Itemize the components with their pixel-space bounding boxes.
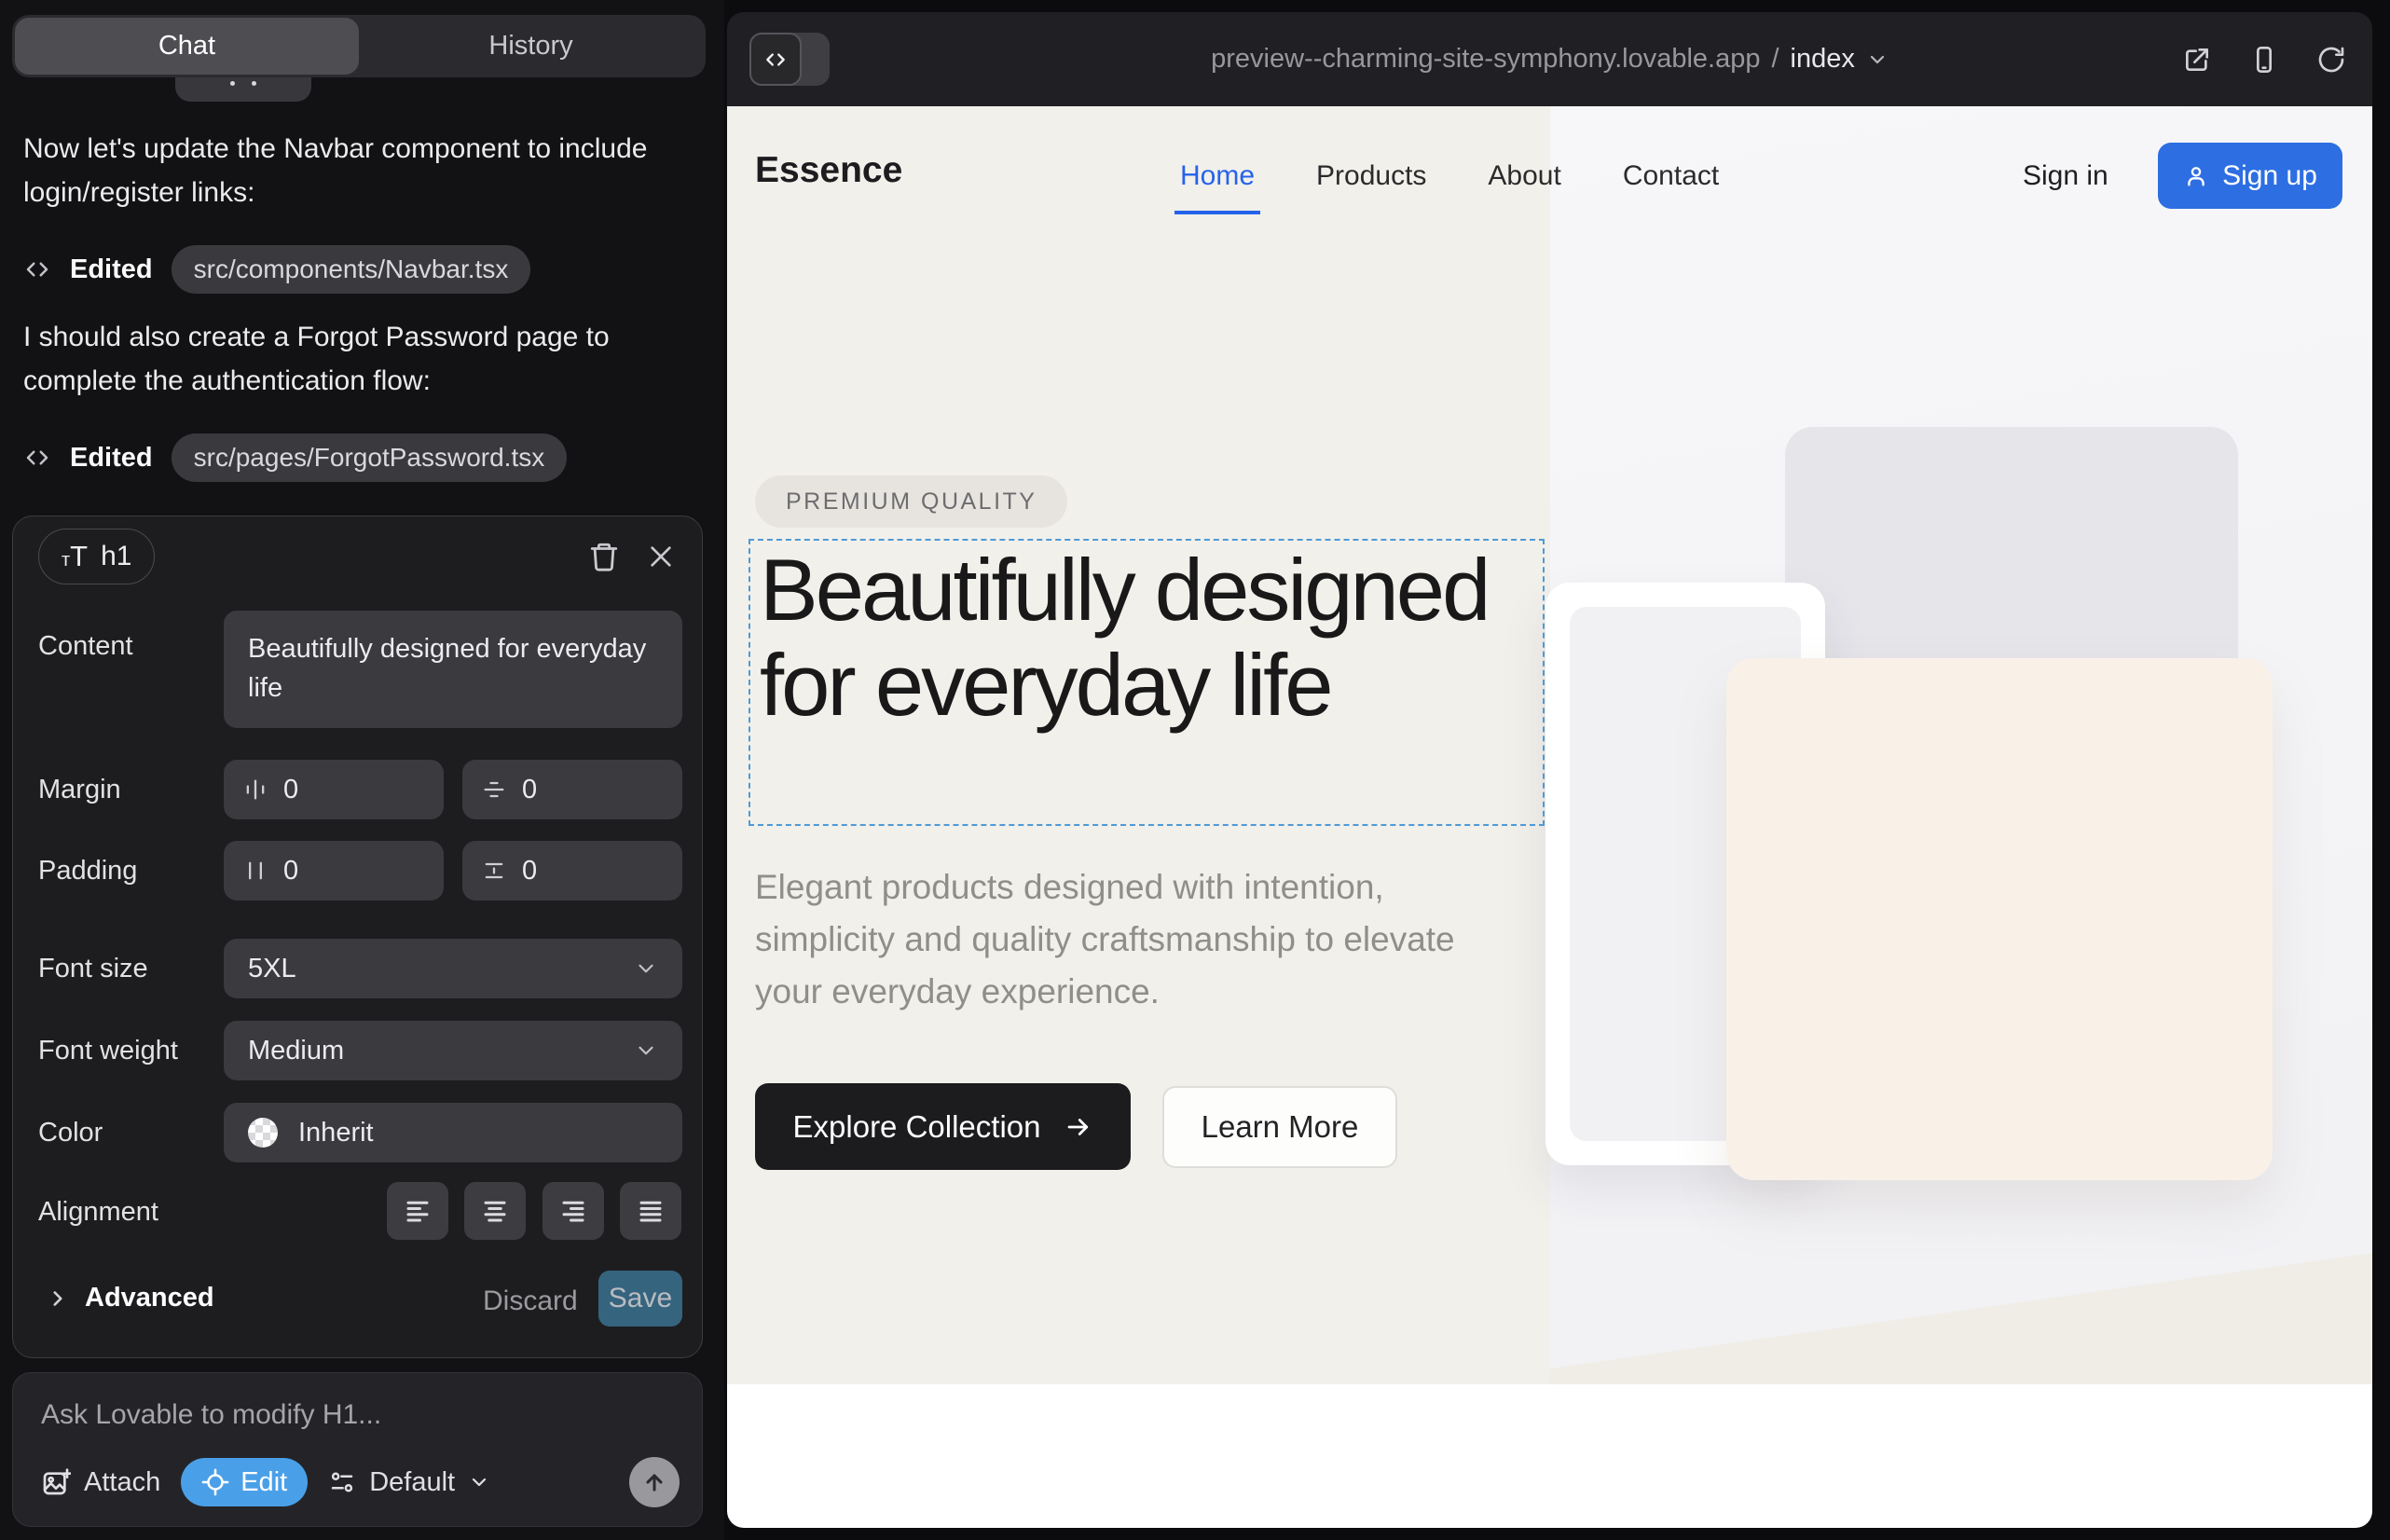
padding-y-icon bbox=[481, 858, 507, 884]
browser-actions bbox=[2182, 12, 2346, 106]
chevron-down-icon bbox=[634, 956, 658, 981]
close-panel-icon[interactable] bbox=[646, 542, 676, 571]
chat-sidebar: Chat History Now let's update the Navbar… bbox=[0, 0, 724, 1540]
nav-link-products[interactable]: Products bbox=[1316, 160, 1426, 192]
composer-toolbar: Attach Edit Default bbox=[41, 1457, 680, 1507]
open-external-icon[interactable] bbox=[2182, 45, 2212, 75]
font-size-select[interactable]: 5XL bbox=[224, 939, 682, 998]
url-bar[interactable]: preview--charming-site-symphony.lovable.… bbox=[727, 12, 2372, 106]
font-weight-label: Font weight bbox=[38, 1036, 178, 1066]
align-center-button[interactable] bbox=[464, 1182, 526, 1240]
preview-browser: preview--charming-site-symphony.lovable.… bbox=[727, 12, 2372, 1528]
prompt-composer[interactable]: Ask Lovable to modify H1... Attach Edit … bbox=[12, 1372, 703, 1527]
nav-link-home[interactable]: Home bbox=[1180, 160, 1255, 192]
user-icon bbox=[2183, 163, 2209, 189]
content-input[interactable]: Beautifully designed for everyday life bbox=[224, 611, 682, 728]
chevron-right-icon bbox=[46, 1286, 70, 1311]
arrow-right-icon bbox=[1065, 1113, 1092, 1141]
url-page: index bbox=[1791, 44, 1855, 75]
align-left-button[interactable] bbox=[387, 1182, 448, 1240]
signin-link[interactable]: Sign in bbox=[2023, 160, 2108, 192]
color-label: Color bbox=[38, 1118, 103, 1148]
color-select[interactable]: Inherit bbox=[224, 1103, 682, 1162]
type-size-icon: тT bbox=[62, 540, 88, 573]
h1-selection-outline[interactable]: Beautifully designed for everyday life bbox=[749, 539, 1545, 826]
code-icon bbox=[23, 444, 51, 472]
chat-message: I should also create a Forgot Password p… bbox=[23, 315, 687, 403]
explore-collection-button[interactable]: Explore Collection bbox=[755, 1083, 1131, 1170]
element-tag: h1 bbox=[101, 541, 131, 572]
save-button[interactable]: Save bbox=[598, 1271, 682, 1327]
delete-element-button[interactable] bbox=[588, 541, 620, 572]
url-separator: / bbox=[1771, 44, 1779, 75]
decorative-card-cream bbox=[1726, 658, 2273, 1180]
app-window: Chat History Now let's update the Navbar… bbox=[0, 0, 2390, 1540]
padding-label: Padding bbox=[38, 856, 137, 887]
send-button[interactable] bbox=[629, 1457, 680, 1507]
hero-paragraph: Elegant products designed with intention… bbox=[755, 861, 1512, 1018]
font-weight-select[interactable]: Medium bbox=[224, 1021, 682, 1080]
site-nav: Home Products About Contact bbox=[1180, 160, 1719, 192]
advanced-toggle[interactable]: Advanced bbox=[46, 1283, 214, 1313]
margin-y-icon bbox=[481, 777, 507, 803]
discard-button[interactable]: Discard bbox=[483, 1286, 578, 1317]
prompt-placeholder[interactable]: Ask Lovable to modify H1... bbox=[41, 1399, 381, 1431]
mode-select[interactable]: Default bbox=[328, 1467, 490, 1498]
edited-file-pill[interactable]: src/pages/ForgotPassword.tsx bbox=[172, 433, 568, 482]
code-icon bbox=[23, 255, 51, 283]
margin-x-icon bbox=[242, 777, 268, 803]
browser-toolbar: preview--charming-site-symphony.lovable.… bbox=[727, 12, 2372, 106]
signup-button[interactable]: Sign up bbox=[2158, 143, 2342, 209]
refresh-icon[interactable] bbox=[2316, 45, 2346, 75]
align-right-button[interactable] bbox=[543, 1182, 604, 1240]
chevron-down-icon bbox=[1866, 48, 1889, 71]
selected-element-chip[interactable]: тT h1 bbox=[38, 529, 155, 584]
nav-link-about[interactable]: About bbox=[1488, 160, 1560, 192]
margin-label: Margin bbox=[38, 775, 121, 805]
edited-label: Edited bbox=[70, 254, 153, 285]
attach-button[interactable]: Attach bbox=[41, 1467, 160, 1498]
padding-x-input[interactable]: 0 bbox=[224, 841, 444, 901]
alignment-label: Alignment bbox=[38, 1197, 158, 1228]
image-plus-icon bbox=[41, 1467, 71, 1497]
element-editor-panel: тT h1 Content Beautifully designed for e… bbox=[12, 516, 703, 1358]
sidebar-tabs: Chat History bbox=[12, 15, 706, 77]
chat-message: Now let's update the Navbar component to… bbox=[23, 127, 687, 214]
chevron-down-icon bbox=[634, 1038, 658, 1063]
edited-file-pill[interactable]: src/components/Navbar.tsx bbox=[172, 245, 531, 294]
font-size-label: Font size bbox=[38, 954, 148, 984]
content-label: Content bbox=[38, 631, 133, 662]
sliders-icon bbox=[328, 1468, 356, 1496]
tab-history[interactable]: History bbox=[359, 18, 703, 75]
margin-y-input[interactable]: 0 bbox=[462, 760, 682, 819]
edit-mode-button[interactable]: Edit bbox=[181, 1458, 308, 1506]
quality-badge: PREMIUM QUALITY bbox=[755, 475, 1067, 528]
learn-more-button[interactable]: Learn More bbox=[1162, 1086, 1397, 1168]
site-logo[interactable]: Essence bbox=[755, 150, 902, 191]
align-justify-button[interactable] bbox=[620, 1182, 681, 1240]
rendered-page: Essence Home Products About Contact Sign… bbox=[727, 106, 2372, 1528]
tab-chat[interactable]: Chat bbox=[15, 18, 359, 75]
color-swatch bbox=[248, 1118, 278, 1148]
chevron-down-icon bbox=[468, 1471, 490, 1493]
url-host: preview--charming-site-symphony.lovable.… bbox=[1211, 44, 1760, 75]
arrow-up-icon bbox=[641, 1469, 667, 1495]
edited-file-row[interactable]: Edited src/components/Navbar.tsx bbox=[23, 244, 530, 295]
edited-file-row[interactable]: Edited src/pages/ForgotPassword.tsx bbox=[23, 433, 567, 483]
margin-x-input[interactable]: 0 bbox=[224, 760, 444, 819]
padding-y-input[interactable]: 0 bbox=[462, 841, 682, 901]
mobile-view-icon[interactable] bbox=[2249, 45, 2279, 75]
padding-x-icon bbox=[242, 858, 268, 884]
hero-heading[interactable]: Beautifully designed for everyday life bbox=[760, 543, 1533, 733]
scrolled-chip-peek bbox=[175, 77, 311, 102]
edited-label: Edited bbox=[70, 443, 153, 474]
nav-link-contact[interactable]: Contact bbox=[1623, 160, 1719, 192]
target-icon bbox=[201, 1468, 229, 1496]
